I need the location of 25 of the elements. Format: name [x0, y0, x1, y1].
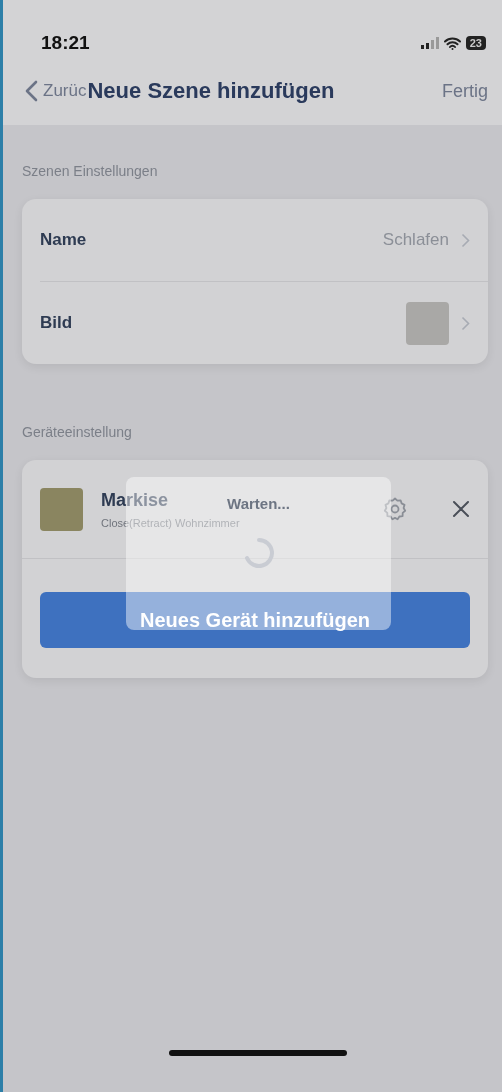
chevron-right-icon — [461, 232, 470, 248]
battery-indicator: 23 — [465, 36, 486, 50]
status-time: 18:21 — [41, 32, 90, 54]
settings-icon[interactable] — [382, 496, 408, 522]
row-label: Name — [40, 230, 87, 250]
wifi-icon — [443, 36, 461, 50]
section-header: Geräteeinstellung — [22, 423, 133, 442]
add-device-button[interactable]: Neues Gerät hinzufügen — [40, 592, 470, 648]
row-label: Bild — [40, 313, 73, 333]
back-label[interactable]: Zurüc — [43, 81, 87, 101]
loading-title: Warten... — [227, 495, 290, 512]
settings-row[interactable]: Bild — [40, 281, 488, 364]
section-header: Szenen Einstellungen — [22, 162, 159, 181]
device-name: Markise — [101, 489, 169, 511]
photo-placeholder — [406, 301, 449, 345]
row-value: Schlafen — [382, 230, 449, 250]
screen-title: Neue Szene hinzufügen — [87, 78, 335, 104]
chevron-right-icon — [461, 315, 470, 331]
signal-icon — [420, 37, 439, 49]
photo-placeholder — [40, 487, 83, 531]
back-button[interactable]: Zurüc — [25, 80, 87, 102]
settings-row[interactable]: Name Schlafen — [22, 199, 488, 281]
done-button[interactable]: Fertig — [442, 80, 488, 102]
close-icon[interactable] — [452, 500, 470, 518]
chevron-left-icon — [25, 80, 38, 102]
